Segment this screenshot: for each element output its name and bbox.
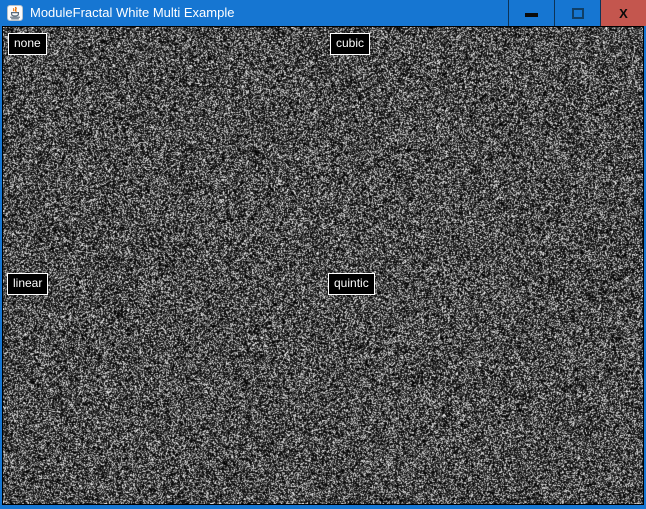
minimize-dash-icon bbox=[525, 13, 538, 17]
titlebar[interactable]: ModuleFractal White Multi Example X bbox=[0, 0, 646, 26]
close-button[interactable]: X bbox=[600, 0, 646, 26]
minimize-button[interactable] bbox=[508, 0, 554, 26]
quadrant-label-cubic: cubic bbox=[330, 33, 370, 55]
java-coffee-cup-icon[interactable] bbox=[7, 5, 23, 21]
quadrant-label-none: none bbox=[8, 33, 47, 55]
close-x-icon: X bbox=[619, 7, 628, 20]
maximize-square-icon bbox=[572, 8, 584, 19]
quadrant-label-linear: linear bbox=[7, 273, 48, 295]
maximize-button[interactable] bbox=[554, 0, 600, 26]
noise-canvas bbox=[3, 27, 643, 504]
quadrant-label-quintic: quintic bbox=[328, 273, 375, 295]
application-window: ModuleFractal White Multi Example X none… bbox=[0, 0, 646, 509]
window-title: ModuleFractal White Multi Example bbox=[30, 0, 234, 26]
noise-viewport: none cubic linear quintic bbox=[2, 26, 644, 505]
